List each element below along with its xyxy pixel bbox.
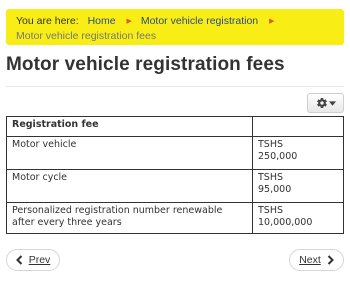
fee-item-cell: Motor cycle bbox=[6, 169, 253, 203]
fee-amount-cell: TSHS 10,000,000 bbox=[252, 202, 344, 234]
breadcrumb-link-home[interactable]: Home bbox=[88, 15, 116, 27]
fee-amount-text: TSHS 95,000 bbox=[258, 172, 292, 195]
title-divider bbox=[6, 86, 344, 87]
caret-down-icon bbox=[328, 100, 336, 106]
fee-amount-cell: TSHS 250,000 bbox=[252, 136, 344, 170]
next-label: Next bbox=[299, 254, 321, 266]
fee-amount-text: TSHS 250,000 bbox=[258, 139, 298, 162]
breadcrumb: You are here: Home ▶ Motor vehicle regis… bbox=[6, 9, 344, 45]
table-header-row: Registration fee bbox=[6, 116, 344, 137]
gear-icon bbox=[316, 98, 327, 109]
settings-dropdown-button[interactable] bbox=[307, 93, 344, 113]
breadcrumb-prefix: You are here: bbox=[16, 15, 79, 27]
next-button[interactable]: Next bbox=[289, 249, 344, 271]
table-row: Motor vehicle TSHS 250,000 bbox=[6, 136, 344, 170]
chevron-left-icon bbox=[15, 255, 22, 265]
table-row: Motor cycle TSHS 95,000 bbox=[6, 169, 344, 203]
chevron-right-icon bbox=[327, 255, 334, 265]
fee-amount-cell: TSHS 95,000 bbox=[252, 169, 344, 203]
breadcrumb-link-motor-vehicle-registration[interactable]: Motor vehicle registration bbox=[141, 15, 258, 27]
fee-amount-text: TSHS 10,000,000 bbox=[258, 205, 313, 228]
prev-button[interactable]: Prev bbox=[6, 249, 60, 271]
table-row: Personalized registration number renewab… bbox=[6, 202, 344, 234]
page-title: Motor vehicle registration fees bbox=[6, 54, 285, 75]
fees-table: Registration fee Motor vehicle TSHS 250,… bbox=[6, 116, 344, 234]
prev-label: Prev bbox=[28, 254, 51, 266]
table-header-registration-fee: Registration fee bbox=[6, 116, 253, 137]
breadcrumb-separator-icon: ▶ bbox=[269, 18, 275, 25]
table-header-amount bbox=[252, 116, 344, 137]
breadcrumb-separator-icon: ▶ bbox=[126, 18, 132, 25]
fee-item-cell: Personalized registration number renewab… bbox=[6, 202, 253, 234]
fee-item-cell: Motor vehicle bbox=[6, 136, 253, 170]
breadcrumb-current: Motor vehicle registration fees bbox=[16, 30, 157, 42]
